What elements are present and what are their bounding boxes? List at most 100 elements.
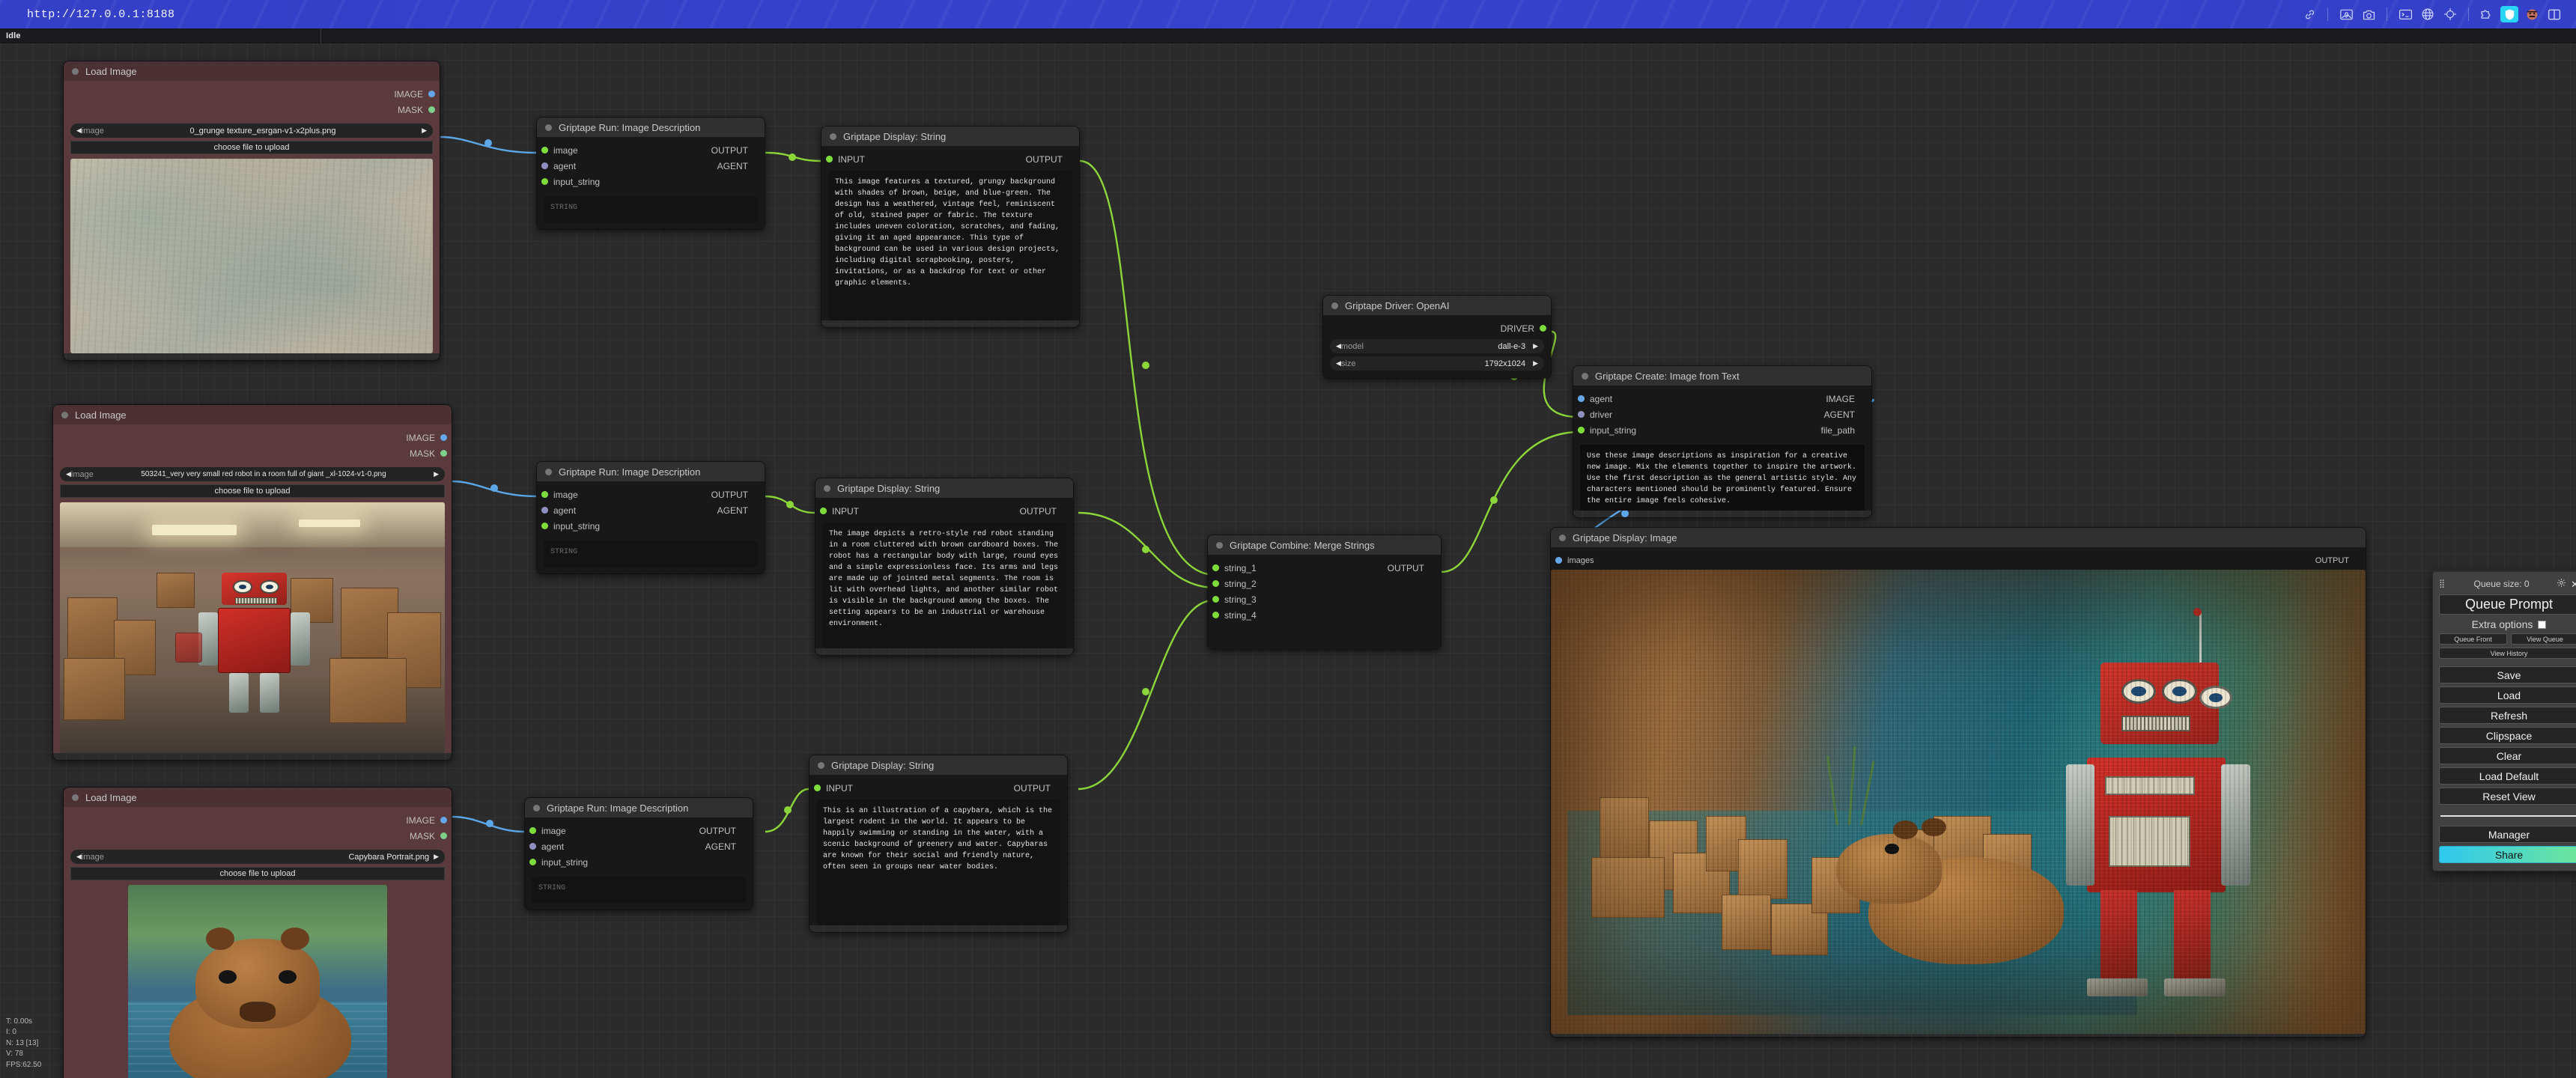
output-slot-image[interactable]: IMAGE [64,812,452,828]
node-graph-canvas[interactable]: Load Image IMAGE MASK ◀ image 0_grunge t… [0,43,2576,1078]
pin-agent-out[interactable] [541,162,548,169]
collapse-dot[interactable] [545,469,552,475]
puzzle-icon[interactable] [2476,3,2498,25]
queue-prompt-button[interactable]: Queue Prompt [2439,594,2576,615]
string-display-text[interactable]: The image depicts a retro-style red robo… [822,523,1066,648]
pin-driver[interactable] [1540,325,1546,332]
node-create-image-from-text[interactable]: Griptape Create: Image from Text agent I… [1573,365,1872,518]
pin-input-string[interactable] [541,178,548,185]
input-slot-agent[interactable]: agent AGENT [537,158,765,174]
pin-string-3[interactable] [1212,596,1219,603]
prompt-textarea[interactable]: Use these image descriptions as inspirat… [1580,445,1865,511]
shield-icon[interactable] [2498,3,2521,25]
pin-agent-out[interactable] [529,843,536,850]
split-view-icon[interactable] [2543,3,2566,25]
pin-mask[interactable] [440,832,447,839]
chevron-right-icon[interactable]: ▶ [434,470,439,478]
manager-button[interactable]: Manager [2439,826,2576,843]
node-display-string-2[interactable]: Griptape Display: String INPUT OUTPUT Th… [815,478,1074,656]
node-combine-merge-strings[interactable]: Griptape Combine: Merge Strings string_1… [1207,535,1442,650]
comfy-menu-panel[interactable]: ⣿ Queue size: 0 ✕ Queue Prompt Extra opt… [2432,571,2576,871]
input-slot-string-4[interactable]: string_4 [1208,607,1441,623]
pin-image[interactable] [440,817,447,823]
close-icon[interactable]: ✕ [2571,579,2576,589]
address-bar[interactable]: info-icon http://127.0.0.1:8188 [0,8,174,21]
share-button[interactable]: Share [2439,846,2576,863]
collapse-dot[interactable] [824,485,830,492]
upload-button[interactable]: choose file to upload [70,141,433,154]
input-slot-image[interactable]: image OUTPUT [537,487,765,502]
clipspace-button[interactable]: Clipspace [2439,727,2576,744]
prompt-textarea[interactable]: STRING [532,877,746,904]
pin-output[interactable] [826,156,833,162]
node-title-bar[interactable]: Griptape Create: Image from Text [1573,366,1871,386]
chevron-left-icon[interactable]: ◀ [1336,359,1341,368]
pin-file-path[interactable] [1578,427,1585,433]
node-title-bar[interactable]: Griptape Combine: Merge Strings [1208,535,1441,555]
drag-handle[interactable]: ⣿ [2439,581,2446,587]
save-button[interactable]: Save [2439,666,2576,683]
collapse-dot[interactable] [1331,302,1338,309]
node-display-string-3[interactable]: Griptape Display: String INPUT OUTPUT Th… [809,755,1068,933]
output-slot-image[interactable]: IMAGE [64,86,440,102]
image-select-widget[interactable]: ◀ image Capybara Portrait.png ▶ [70,850,445,864]
size-select-widget[interactable]: ◀ size 1792x1024 ▶ [1330,356,1544,371]
collapse-dot[interactable] [72,68,79,75]
string-display-text[interactable]: This is an illustration of a capybara, w… [816,800,1060,925]
collapse-dot[interactable] [1559,535,1566,541]
prompt-textarea[interactable]: STRING [544,196,758,223]
node-run-image-description-1[interactable]: Griptape Run: Image Description image OU… [536,117,765,230]
chevron-left-icon[interactable]: ◀ [76,127,82,135]
input-slot-input-string[interactable]: input_string file_path [1573,422,1871,438]
image-select-widget[interactable]: ◀ image 0_grunge texture_esrgan-v1-x2plu… [70,124,433,138]
pin-output[interactable] [529,827,536,834]
camera-icon[interactable] [2357,3,2380,25]
string-display-text[interactable]: This image features a textured, grungy b… [828,171,1072,320]
pin-input-string[interactable] [541,523,548,529]
input-slot-input[interactable]: INPUT OUTPUT [815,503,1073,519]
node-display-string-1[interactable]: Griptape Display: String INPUT OUTPUT Th… [821,126,1080,328]
pin-string-2[interactable] [1212,580,1219,587]
pin-output[interactable] [820,508,827,514]
pin-output[interactable] [1212,564,1219,571]
input-slot-string-3[interactable]: string_3 [1208,591,1441,607]
clear-button[interactable]: Clear [2439,747,2576,764]
output-slot-mask[interactable]: MASK [64,828,452,844]
node-title-bar[interactable]: Griptape Run: Image Description [537,462,765,481]
gear-icon[interactable] [2557,578,2566,590]
output-slot-driver[interactable]: DRIVER [1323,320,1551,336]
view-queue-button[interactable]: View Queue [2511,633,2576,645]
chevron-left-icon[interactable]: ◀ [66,470,71,478]
image-preview[interactable] [60,502,445,753]
collapse-dot[interactable] [61,412,68,418]
pin-agent-out[interactable] [541,507,548,514]
node-title-bar[interactable]: Griptape Display: String [815,478,1073,498]
pin-output[interactable] [814,785,821,791]
node-load-image-1[interactable]: Load Image IMAGE MASK ◀ image 0_grunge t… [63,61,440,361]
node-title-bar[interactable]: Griptape Display: String [821,127,1079,146]
view-history-button[interactable]: View History [2439,648,2576,659]
node-driver-openai[interactable]: Griptape Driver: OpenAI DRIVER ◀ model d… [1322,295,1552,379]
generated-image-preview[interactable] [1551,570,2366,1034]
collapse-dot[interactable] [830,133,836,140]
globe-icon[interactable] [2416,3,2439,25]
pin-mask[interactable] [440,450,447,457]
collapse-dot[interactable] [1216,542,1223,549]
node-title-bar[interactable]: Griptape Run: Image Description [537,118,765,137]
image-select-widget[interactable]: ◀ image 503241_very very small red robot… [60,467,445,481]
image-preview[interactable] [128,885,387,1078]
pin-input-string[interactable] [529,859,536,865]
input-slot-input-string[interactable]: input_string [537,518,765,534]
input-slot-image[interactable]: image OUTPUT [525,823,753,838]
link-icon[interactable] [2298,3,2321,25]
node-title-bar[interactable]: Load Image [53,405,452,424]
pin-image-out[interactable] [1578,395,1585,402]
input-slot-agent[interactable]: agent AGENT [525,838,753,854]
input-slot-agent[interactable]: agent AGENT [537,502,765,518]
refresh-button[interactable]: Refresh [2439,707,2576,724]
node-title-bar[interactable]: Griptape Display: String [809,755,1067,775]
pin-mask[interactable] [428,106,435,113]
node-title-bar[interactable]: Load Image [64,788,452,807]
image-preview[interactable] [70,159,433,353]
chevron-left-icon[interactable]: ◀ [76,853,82,861]
